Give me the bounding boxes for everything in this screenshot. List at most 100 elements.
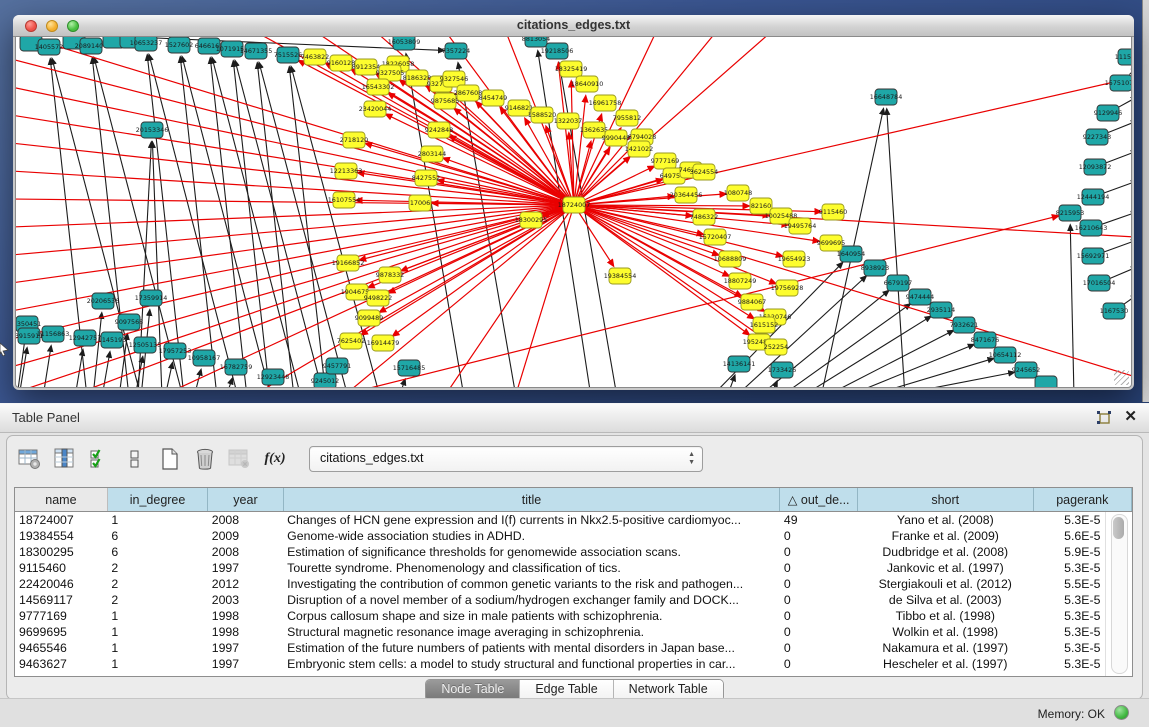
table-cell[interactable]: Disruption of a novel member of a sodium…	[283, 592, 780, 608]
graph-node[interactable]: 7357224	[442, 43, 470, 59]
new-table-button[interactable]	[157, 446, 183, 472]
graph-node[interactable]: 10653237	[130, 37, 163, 51]
table-cell[interactable]: 2	[107, 560, 207, 576]
table-cell[interactable]: 2003	[208, 592, 283, 608]
citation-edge-black[interactable]	[1104, 181, 1131, 193]
table-cell[interactable]: 0	[780, 560, 858, 576]
delete-table-button[interactable]	[227, 446, 253, 472]
graph-node[interactable]: 9699695	[817, 235, 845, 251]
table-cell[interactable]: 2	[107, 576, 207, 592]
citation-edge-black[interactable]	[1124, 295, 1131, 304]
table-cell[interactable]: 6	[107, 544, 207, 560]
table-cell[interactable]: Dudbridge et al. (2008)	[857, 544, 1033, 560]
table-cell[interactable]: 0	[780, 640, 858, 656]
table-cell[interactable]: 1	[107, 624, 207, 640]
citation-edge-red[interactable]	[574, 77, 1131, 205]
graph-node[interactable]: 9990448	[602, 130, 630, 146]
table-cell[interactable]: Wolkin et al. (1998)	[857, 624, 1033, 640]
table-cell[interactable]: Hescheler et al. (1997)	[857, 656, 1033, 672]
citation-edge-black[interactable]	[845, 345, 974, 388]
citation-edge-black[interactable]	[887, 109, 905, 388]
table-cell[interactable]: Franke et al. (2009)	[857, 528, 1033, 544]
column-header-year[interactable]: year	[208, 488, 283, 512]
table-cell[interactable]: 14569117	[15, 592, 107, 608]
table-cell[interactable]: 9699695	[15, 624, 107, 640]
graph-node[interactable]: 7955812	[613, 110, 641, 126]
table-cell[interactable]: 1	[107, 656, 207, 672]
graph-node[interactable]: 16648784	[870, 89, 903, 105]
graph-node[interactable]: 9227343	[1083, 129, 1111, 145]
close-panel-icon[interactable]: ✕	[1124, 409, 1137, 425]
graph-node[interactable]: 20364456	[670, 187, 703, 203]
citation-edge-black[interactable]	[257, 63, 294, 388]
graph-node[interactable]: 16782759	[220, 359, 253, 375]
graph-node[interactable]: 9474444	[906, 289, 934, 305]
graph-node[interactable]: 1588520	[528, 107, 556, 123]
citation-edge-black[interactable]	[1070, 225, 1074, 388]
window-resize-grip[interactable]	[1114, 370, 1129, 385]
graph-node[interactable]: 17006	[409, 195, 431, 211]
select-rows-button[interactable]	[87, 446, 113, 472]
graph-node[interactable]: 19384554	[604, 268, 637, 284]
table-row[interactable]: 946554611997Estimation of the future num…	[15, 640, 1132, 656]
network-window-titlebar[interactable]: citations_edges.txt	[13, 15, 1134, 37]
table-vertical-scrollbar[interactable]	[1105, 512, 1132, 676]
graph-node[interactable]: 12213363	[330, 163, 363, 179]
citation-edge-black[interactable]	[1110, 267, 1131, 278]
table-cell[interactable]: 0	[780, 624, 858, 640]
table-cell[interactable]: Embryonic stem cells: a model to study s…	[283, 656, 780, 672]
graph-node[interactable]: 1167530	[1100, 303, 1128, 319]
graph-node[interactable]: 9129946	[1094, 105, 1122, 121]
citation-edge-black[interactable]	[226, 378, 232, 388]
graph-node[interactable]: 17016504	[1083, 275, 1116, 291]
graph-node[interactable]: 9777169	[651, 153, 679, 169]
table-cell[interactable]: 0	[780, 528, 858, 544]
graph-node[interactable]: 7486322	[690, 209, 718, 225]
column-header-pagerank[interactable]: pagerank	[1033, 488, 1131, 512]
table-row[interactable]: 1456911722003Disruption of a novel membe…	[15, 592, 1132, 608]
citation-edge-black[interactable]	[780, 304, 910, 388]
graph-node[interactable]: 1733426	[768, 362, 796, 378]
table-cell[interactable]: Tibbo et al. (1998)	[857, 608, 1033, 624]
table-cell[interactable]: 1	[107, 608, 207, 624]
citation-edge-red[interactable]	[393, 205, 574, 336]
graph-node[interactable]: 12444194	[1077, 189, 1110, 205]
graph-node[interactable]: 9878332	[376, 267, 404, 283]
graph-node[interactable]: 18640910	[571, 76, 604, 92]
citation-edge-red[interactable]	[366, 143, 574, 205]
table-cell[interactable]: Tourette syndrome. Phenomenology and cla…	[283, 560, 780, 576]
graph-node[interactable]: 9245012	[311, 373, 339, 388]
table-cell[interactable]: de Silva et al. (2003)	[857, 592, 1033, 608]
delete-rows-trash-button[interactable]	[192, 446, 218, 472]
table-cell[interactable]: 0	[780, 544, 858, 560]
table-cell[interactable]: 9465546	[15, 640, 107, 656]
graph-node[interactable]: 1421022	[625, 141, 653, 157]
table-cell[interactable]: Changes of HCN gene expression and I(f) …	[283, 512, 780, 529]
citation-edge-black[interactable]	[1104, 240, 1131, 252]
float-panel-icon[interactable]	[1096, 410, 1112, 425]
graph-node[interactable]: 19756928	[771, 280, 804, 296]
column-header-name[interactable]: name	[15, 488, 107, 512]
table-cell[interactable]: Estimation of significance thresholds fo…	[283, 544, 780, 560]
citation-edge-black[interactable]	[886, 372, 1014, 388]
graph-node[interactable]: 2718120	[340, 132, 368, 148]
graph-node[interactable]: 1080748	[724, 185, 752, 201]
graph-node[interactable]: 1115480	[1115, 49, 1131, 65]
graph-node[interactable]: 8454749	[479, 90, 507, 106]
graph-node[interactable]: 19166852	[332, 255, 365, 271]
graph-node[interactable]: 10688809	[714, 251, 747, 267]
table-cell[interactable]: 1997	[208, 640, 283, 656]
graph-node[interactable]: 14136141	[723, 356, 756, 372]
scrollbar-thumb[interactable]	[1113, 517, 1124, 539]
table-row[interactable]: 911546021997Tourette syndrome. Phenomeno…	[15, 560, 1132, 576]
citation-edge-black[interactable]	[75, 350, 83, 388]
table-cell[interactable]: 1	[107, 640, 207, 656]
graph-node[interactable]: 2803144	[418, 146, 446, 162]
graph-node[interactable]: 16914479	[367, 335, 400, 351]
table-cell[interactable]: 18300295	[15, 544, 107, 560]
graph-node[interactable]: 19654923	[778, 251, 811, 267]
graph-node[interactable]: 7463822	[301, 49, 329, 65]
citation-edge-black[interactable]	[210, 58, 247, 388]
graph-node[interactable]: 17359914	[135, 290, 168, 306]
citation-edge-black[interactable]	[180, 57, 217, 388]
